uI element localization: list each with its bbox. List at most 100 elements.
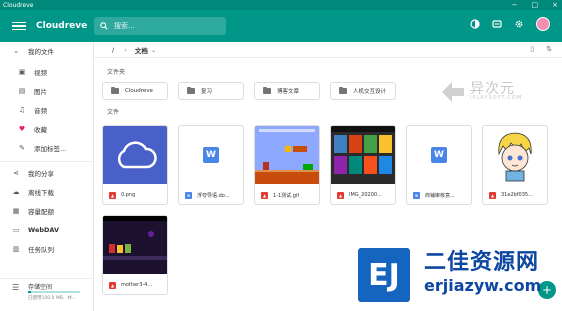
file-card[interactable]: ▲ 0.png [102,125,168,205]
storage-icon: ▦ [12,207,20,215]
file-name: 1-1测试.gif [273,192,300,199]
chevron-down-icon: ⌄ [13,47,19,55]
appbar-actions [470,17,550,31]
game-screenshot [255,126,319,184]
file-name: 0.png [121,192,136,198]
folder-icon [111,86,119,94]
window-title: Cloudreve [3,1,34,9]
watermark-erjiazyw: EJ 二佳资源网 erjiazyw.com [358,244,562,311]
image-icon: ▤ [18,87,26,95]
file-name: 浮夸导语.do... [197,192,230,199]
phone-screenshot [331,126,395,184]
view-icon[interactable]: ▯ [530,45,534,53]
search-placeholder: 搜索... [114,22,135,30]
folder-icon [263,86,271,94]
window-controls: − □ × [512,0,558,10]
sidebar-item-tasks[interactable]: ▥ 任务队列 [0,240,94,258]
folder-name: 博客文章 [277,89,300,95]
storage-quota[interactable]: ☰ 存储空间 已使用100.0 MB，共... [0,278,94,308]
search-icon [100,22,108,30]
sort-icon[interactable]: ⇅ [546,45,552,53]
watermark-url: erjiazyw.com [424,276,542,295]
anime-illustration [498,132,532,182]
close-button[interactable]: × [552,1,558,9]
webdav-icon: ▭ [12,226,20,234]
sidebar-item-webdav[interactable]: ▭ WebDAV [0,221,94,239]
settings-icon[interactable] [514,19,524,29]
search-input[interactable]: 搜索... [94,17,226,35]
breadcrumb-separator-icon: › [124,45,127,54]
folder-item[interactable]: Cloudreve [102,82,168,100]
file-name: mother3-4... [121,282,153,288]
file-card[interactable]: ▲ IMG_20200... [330,125,396,205]
image-file-icon: ▲ [489,191,496,199]
window-titlebar: Cloudreve − □ × [0,0,562,10]
file-thumbnail [483,126,547,184]
file-name: 31e2bf035... [501,192,533,198]
file-card[interactable]: ▲ 31e2bf035... [482,125,548,205]
app-bar: Cloudreve 搜索... [0,10,562,42]
grid-icon[interactable] [492,19,502,29]
doc-file-icon: ≡ [413,191,420,199]
image-file-icon: ▲ [109,191,116,199]
folder-name: 人机交互设计 [353,89,387,95]
sidebar-divider [0,161,94,162]
sidebar-item-video[interactable]: ▣ 视频 [0,63,94,81]
folder-icon [339,86,347,94]
storage-progress-bar [28,291,80,293]
download-icon: ☁ [12,188,20,196]
folder-name: 复习 [201,89,213,95]
watermark-title: 二佳资源网 [424,250,540,275]
maximize-button[interactable]: □ [532,1,539,9]
image-file-icon: ▲ [337,191,344,199]
sidebar: ⌄ 我的文件 ▣ 视频 ▤ 图片 ♫ 音频 ♥ 收藏 ✎ 添加标签... ⋖ 我… [0,42,94,311]
sidebar-item-favorites[interactable]: ♥ 收藏 [0,120,94,138]
iplaysoft-logo [442,82,464,102]
file-name: 商铺审核意... [425,192,455,199]
sidebar-item-music[interactable]: ♫ 音频 [0,101,94,119]
add-icon: ✎ [19,144,25,152]
word-doc-icon: W [431,147,447,163]
watermark-iplaysoft: 异次元 IPLAYSOFT.COM [440,78,550,108]
sidebar-item-offline-download[interactable]: ☁ 离线下载 [0,183,94,201]
file-card[interactable]: W ≡ 浮夸导语.do... [178,125,244,205]
file-thumbnail [255,126,319,184]
navigation-toolbar: / › 文档 ⌄ ▯ ⇅ [94,42,562,58]
theme-icon[interactable] [470,19,480,29]
breadcrumb-current[interactable]: 文档 [135,45,148,55]
sidebar-item-add-tag[interactable]: ✎ 添加标签... [0,139,94,157]
music-icon: ♫ [18,106,26,114]
files-section-label: 文件 [107,109,120,116]
folder-item[interactable]: 人机交互设计 [330,82,396,100]
avatar[interactable] [536,17,550,31]
menu-icon[interactable] [12,21,26,31]
game-screenshot [103,216,167,274]
heart-icon: ♥ [18,125,26,133]
storage-menu-icon: ☰ [12,283,20,292]
folder-item[interactable]: 博客文章 [254,82,320,100]
folders-section-label: 文件夹 [107,69,126,76]
file-card[interactable]: ▲ 1-1测试.gif [254,125,320,205]
ej-logo: EJ [358,248,410,302]
file-card[interactable]: W ≡ 商铺审核意... [406,125,472,205]
toolbar-actions: ▯ ⇅ [530,45,552,53]
file-thumbnail: W [407,126,471,184]
video-icon: ▣ [18,68,26,76]
file-name: IMG_20200... [349,192,382,198]
file-card[interactable]: ▲ mother3-4... [102,215,168,295]
sidebar-item-shares[interactable]: ⋖ 我的分享 [0,164,94,182]
folder-item[interactable]: 复习 [178,82,244,100]
minimize-button[interactable]: − [512,1,518,9]
sidebar-item-image[interactable]: ▤ 图片 [0,82,94,100]
sidebar-item-my-files[interactable]: ⌄ 我的文件 [0,42,94,60]
cloud-icon [117,141,157,169]
queue-icon: ▥ [12,245,20,253]
file-thumbnail [331,126,395,184]
image-file-icon: ▲ [109,281,116,289]
file-thumbnail: W [179,126,243,184]
sidebar-item-quota[interactable]: ▦ 容量配额 [0,202,94,220]
chevron-down-icon[interactable]: ⌄ [151,46,156,54]
breadcrumb-root[interactable]: / [112,46,114,54]
file-thumbnail [103,216,167,274]
word-doc-icon: W [203,147,219,163]
